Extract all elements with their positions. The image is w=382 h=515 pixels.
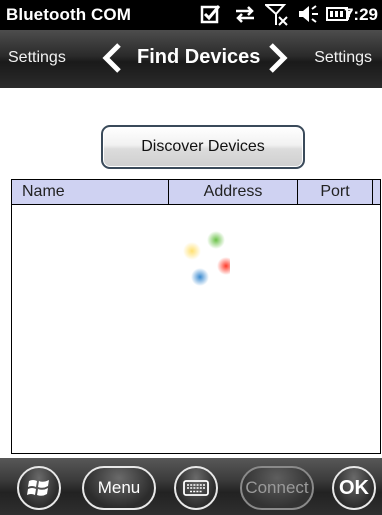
table-header: Name Address Port: [12, 180, 380, 205]
signal-off-icon: [263, 3, 291, 32]
status-bar: Bluetooth COM 7:29: [0, 0, 382, 30]
app-title: Bluetooth COM: [6, 5, 131, 24]
nav-prev-settings[interactable]: Settings: [8, 49, 66, 67]
column-header-name[interactable]: Name: [12, 180, 169, 204]
page-title: Find Devices: [137, 46, 261, 68]
nav-bar: Settings Find Devices Settings: [0, 30, 382, 88]
keyboard-button[interactable]: [174, 466, 218, 510]
keyboard-icon: [183, 480, 209, 500]
volume-icon: [297, 3, 321, 30]
nav-next-settings[interactable]: Settings: [314, 49, 372, 67]
column-header-address[interactable]: Address: [169, 180, 298, 204]
ok-button[interactable]: OK: [332, 466, 376, 510]
menu-button[interactable]: Menu: [82, 466, 156, 510]
loading-spinner-icon: [170, 230, 235, 290]
column-header-port[interactable]: Port: [298, 180, 373, 204]
connect-button[interactable]: Connect: [240, 466, 314, 510]
device-table[interactable]: Name Address Port: [11, 179, 381, 454]
column-header-extra[interactable]: [373, 180, 380, 204]
windows-start-icon: [27, 480, 51, 503]
chevron-left-icon[interactable]: [100, 42, 126, 79]
windows-start-button[interactable]: [17, 466, 61, 510]
discover-devices-button[interactable]: Discover Devices: [101, 125, 305, 169]
chevron-right-icon[interactable]: [264, 42, 290, 79]
sync-arrows-icon: [233, 3, 257, 30]
app-bar: Menu Connect OK: [0, 458, 382, 515]
checkbox-checked-icon: [200, 3, 222, 30]
clock: 7:29: [343, 5, 378, 24]
